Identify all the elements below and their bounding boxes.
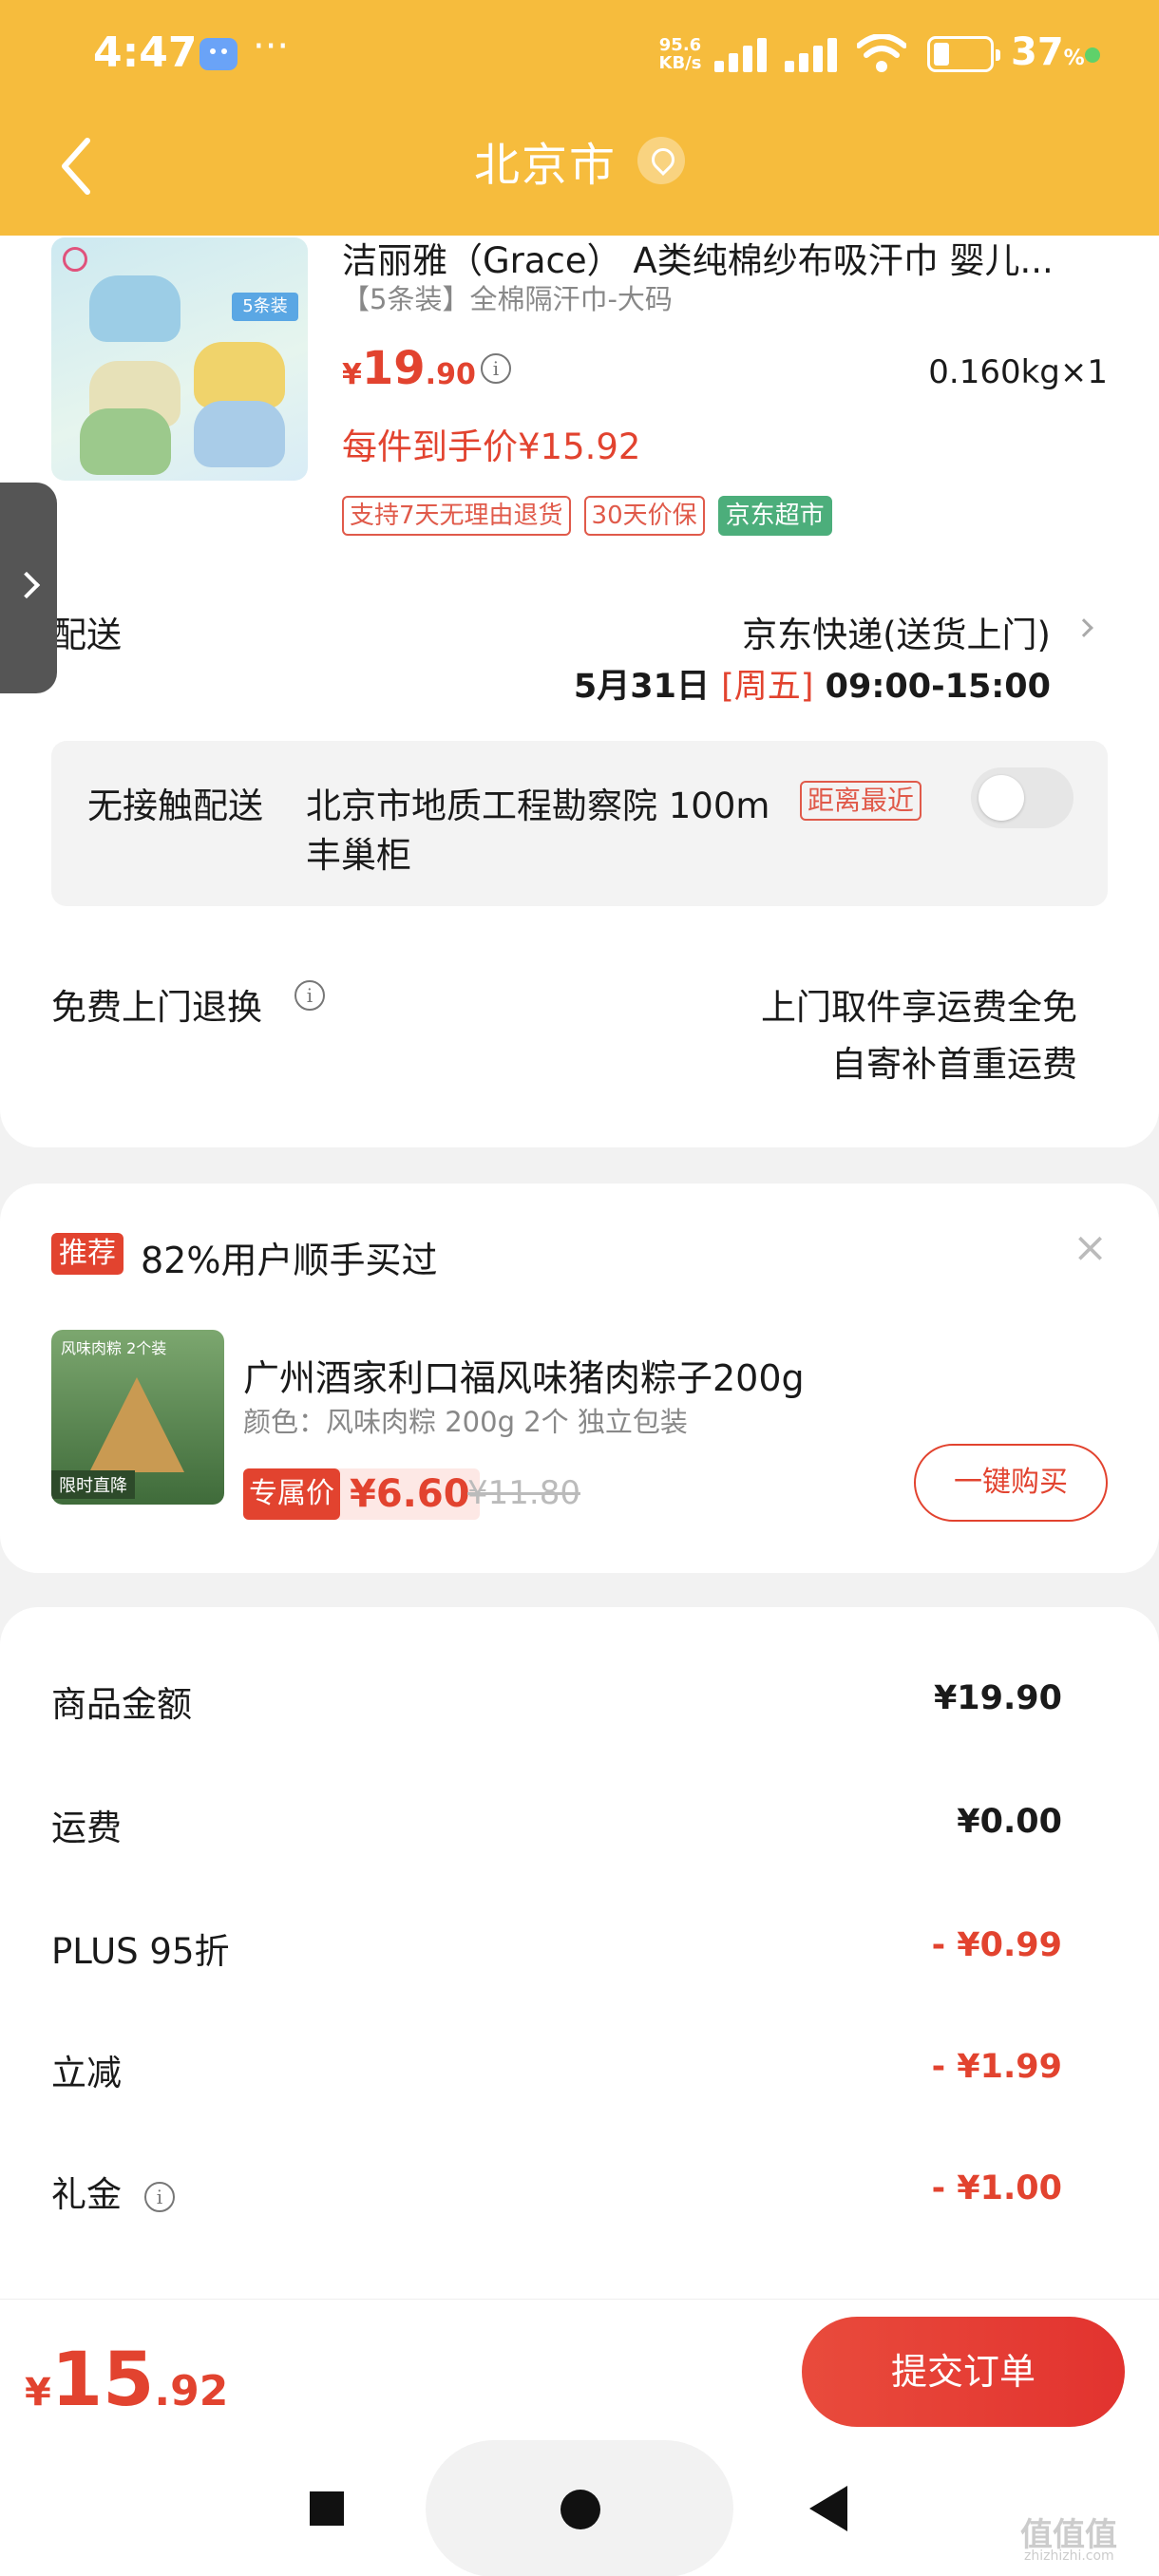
header-title-wrap: 北京市: [0, 127, 1159, 194]
recent-apps-icon[interactable]: [310, 2491, 344, 2526]
delivery-label: 配送: [51, 615, 122, 655]
price-info-icon[interactable]: i: [481, 353, 511, 384]
return-pickup-text: 上门取件享运费全免: [761, 987, 1077, 1028]
fee-label: 商品金额: [51, 1684, 192, 1725]
home-icon[interactable]: [560, 2490, 600, 2529]
locker-name: 丰巢柜: [306, 835, 411, 876]
service-tags: 支持7天无理由退货 30天价保 京东超市: [342, 496, 832, 536]
product-thumbnail[interactable]: 5条装: [51, 237, 308, 481]
product-spec: 【5条装】全棉隔汗巾-大码: [342, 283, 673, 315]
total-price: ¥15.92: [25, 2338, 229, 2423]
status-time: 4:47: [93, 28, 198, 77]
header-bar: 4:47 ··· 95.6 KB/s 37% 北京市: [0, 0, 1159, 236]
recommend-price: 专属价 ¥6.60: [243, 1468, 480, 1520]
hand-price: 每件到手价¥15.92: [342, 426, 641, 467]
app-notification-icon: [200, 38, 238, 70]
location-pin-icon[interactable]: [637, 137, 685, 184]
watermark-url: zhizhizhi.com: [1024, 2548, 1114, 2564]
signal-icon-2: [785, 38, 840, 72]
battery-icon: [927, 36, 1000, 72]
no-contact-delivery-box: 无接触配送 北京市地质工程勘察院 100m 丰巢柜 距离最近: [51, 741, 1108, 906]
tag-7day-return: 支持7天无理由退货: [342, 496, 571, 536]
order-product-card: 5条装 洁丽雅（Grace） A类纯棉纱布吸汗巾 婴儿... 【5条装】全棉隔汗…: [0, 190, 1159, 1147]
tag-price-protect: 30天价保: [583, 496, 705, 536]
page-title[interactable]: 北京市: [474, 127, 617, 194]
fee-row-goods: 商品金额 ¥19.90: [51, 1676, 1062, 1733]
bib-image-4: [80, 408, 171, 475]
fee-value: - ¥0.99: [931, 1926, 1062, 1964]
bottom-action-bar: ¥15.92 提交订单 值值值 zhizhizhi.com: [0, 2299, 1159, 2576]
exclusive-price-label: 专属价: [243, 1468, 340, 1520]
thumb-badge: 5条装: [232, 293, 298, 321]
fee-row-gift: 礼金 i - ¥1.00: [51, 2166, 1062, 2223]
status-more-dots: ···: [253, 25, 290, 68]
signal-icon: [714, 38, 770, 72]
original-price: ¥11.80: [467, 1474, 580, 1512]
fees-card: 商品金额 ¥19.90 运费 ¥0.00 PLUS 95折 - ¥0.99 立减…: [0, 1607, 1159, 2367]
fee-label: 礼金 i: [51, 2166, 175, 2217]
fee-label: 运费: [51, 1808, 122, 1848]
submit-order-button[interactable]: 提交订单: [802, 2317, 1125, 2427]
recommend-product-title[interactable]: 广州酒家利口福风味猪肉粽子200g: [243, 1349, 805, 1401]
brand-logo-icon: [63, 247, 87, 272]
return-info-icon[interactable]: i: [294, 980, 325, 1011]
fee-label: PLUS 95折: [51, 1931, 230, 1972]
product-price: ¥19.90: [342, 342, 476, 395]
fee-row-discount: 立减 - ¥1.99: [51, 2044, 1062, 2101]
recommend-product-image[interactable]: 风味肉粽 2个装 限时直降: [51, 1330, 224, 1505]
back-triangle-icon[interactable]: [809, 2486, 847, 2531]
return-self-send-text: 自寄补首重运费: [831, 1044, 1077, 1085]
close-icon[interactable]: ×: [1073, 1223, 1108, 1272]
fee-value: - ¥1.99: [931, 2048, 1062, 2086]
chevron-right-icon[interactable]: [1074, 618, 1093, 637]
recommend-product-spec: 颜色：风味肉粽 200g 2个 独立包装: [243, 1406, 688, 1438]
product-title[interactable]: 洁丽雅（Grace） A类纯棉纱布吸汗巾 婴儿...: [342, 232, 1102, 283]
fee-value: ¥19.90: [933, 1679, 1062, 1717]
no-contact-toggle[interactable]: [971, 767, 1074, 828]
exclusive-price-value: ¥6.60: [350, 1472, 470, 1516]
product-weight-qty: 0.160kg×1: [928, 353, 1108, 391]
network-speed-unit: KB/s: [658, 53, 702, 73]
delivery-method[interactable]: 京东快递(送货上门): [742, 606, 1051, 657]
tag-jd-supermarket: 京东超市: [717, 496, 832, 536]
gift-info-icon[interactable]: i: [144, 2181, 175, 2212]
free-return-label: 免费上门退换: [51, 987, 262, 1028]
recommend-card: 推荐 82%用户顺手买过 × 风味肉粽 2个装 限时直降 广州酒家利口福风味猪肉…: [0, 1184, 1159, 1573]
bib-image-3: [194, 342, 285, 408]
recommend-badge: 推荐: [51, 1233, 124, 1275]
charging-dot: [1085, 47, 1100, 63]
wifi-icon: [857, 34, 906, 72]
side-expand-tab[interactable]: [0, 483, 57, 693]
fee-row-plus: PLUS 95折 - ¥0.99: [51, 1923, 1062, 1979]
rec-image-label: 风味肉粽 2个装: [61, 1339, 167, 1357]
zongzi-image: [89, 1377, 184, 1472]
fee-value: - ¥1.00: [931, 2169, 1062, 2207]
fee-value: ¥0.00: [957, 1803, 1062, 1841]
no-contact-label: 无接触配送: [87, 786, 263, 826]
network-speed-value: 95.6: [658, 35, 702, 55]
nearest-badge: 距离最近: [800, 781, 922, 821]
battery-percent: 37%: [1011, 30, 1085, 74]
rec-image-flash: 限时直降: [51, 1470, 135, 1499]
network-speed: 95.6 KB/s: [654, 36, 707, 72]
bib-image-5: [194, 401, 285, 467]
one-click-buy-button[interactable]: 一键购买: [914, 1444, 1108, 1522]
fee-row-shipping: 运费 ¥0.00: [51, 1799, 1062, 1856]
locker-location: 北京市地质工程勘察院 100m: [306, 786, 770, 826]
delivery-date[interactable]: 5月31日 [周五] 09:00-15:00: [574, 659, 1051, 708]
recommend-text: 82%用户顺手买过: [141, 1240, 438, 1281]
fee-label: 立减: [51, 2053, 122, 2093]
bib-image-1: [89, 275, 180, 342]
